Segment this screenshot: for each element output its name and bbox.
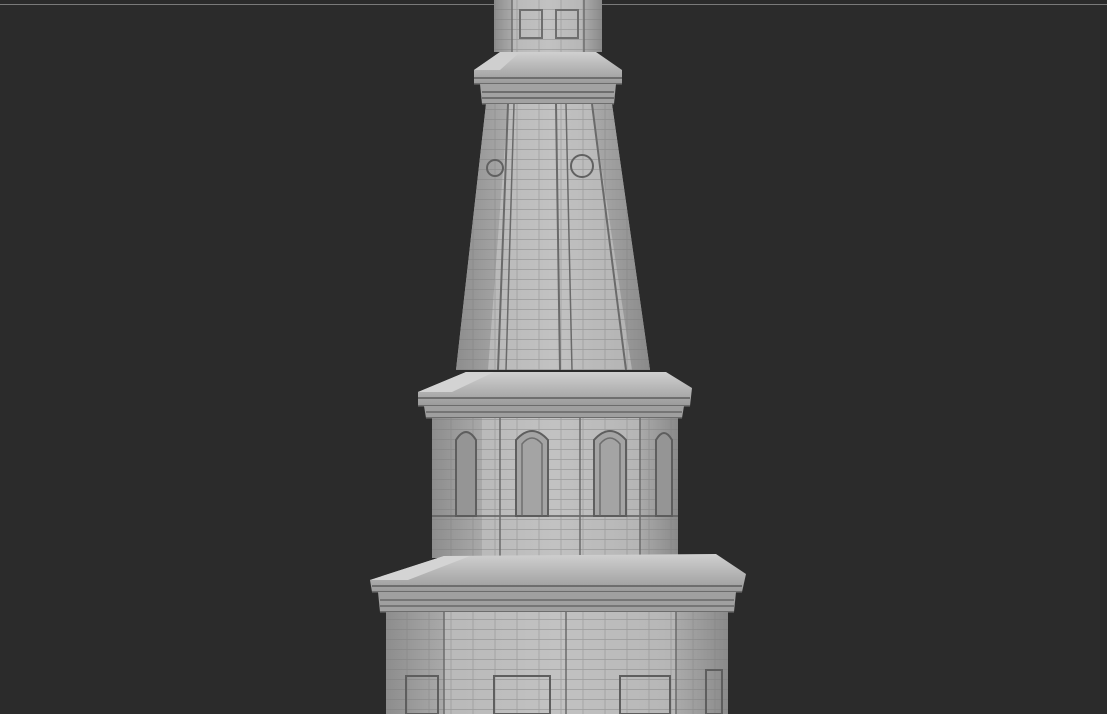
cornice-middle	[418, 372, 692, 419]
belfry	[432, 418, 678, 558]
tapered-shaft	[456, 103, 650, 371]
cornice-upper	[474, 52, 622, 105]
3d-viewport[interactable]	[0, 0, 1107, 714]
tower-base	[386, 612, 728, 714]
tower-model[interactable]	[0, 0, 1107, 714]
cornice-lower	[370, 554, 746, 613]
lantern	[494, 0, 602, 52]
